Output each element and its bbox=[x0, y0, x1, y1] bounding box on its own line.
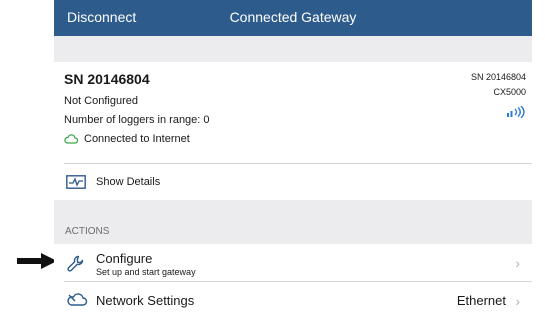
chart-icon bbox=[66, 175, 86, 189]
wireless-signal-icon bbox=[507, 106, 525, 118]
pointer-arrow-icon bbox=[17, 253, 57, 269]
gateway-info-card: SN 20146804 Not Configured Number of log… bbox=[54, 62, 532, 163]
cloud-icon bbox=[64, 134, 78, 144]
configure-subtitle: Set up and start gateway bbox=[96, 267, 196, 277]
page-title: Connected Gateway bbox=[229, 9, 357, 25]
gateway-model: CX5000 bbox=[493, 87, 526, 97]
gateway-id-block: SN 20146804 CX5000 bbox=[471, 70, 526, 100]
actions-section: ACTIONS bbox=[54, 200, 532, 244]
wrench-icon bbox=[67, 255, 84, 272]
internet-status: Connected to Internet bbox=[64, 133, 190, 145]
network-settings-row[interactable]: Network Settings Ethernet › bbox=[54, 282, 532, 320]
navigation-bar: Disconnect Connected Gateway bbox=[54, 0, 532, 36]
configuration-status: Not Configured bbox=[64, 95, 138, 107]
show-details-row[interactable]: Show Details bbox=[54, 164, 532, 200]
gateway-serial-title: SN 20146804 bbox=[64, 71, 150, 87]
chevron-right-icon: › bbox=[515, 293, 520, 309]
network-settings-title: Network Settings bbox=[96, 293, 195, 308]
gateway-serial: SN 20146804 bbox=[470, 72, 526, 82]
section-spacer bbox=[54, 36, 532, 62]
chevron-right-icon: › bbox=[515, 255, 520, 271]
show-details-label: Show Details bbox=[96, 176, 161, 188]
app-screen: Disconnect Connected Gateway SN 20146804… bbox=[54, 0, 532, 332]
actions-header: ACTIONS bbox=[65, 226, 110, 237]
loggers-in-range: Number of loggers in range: 0 bbox=[64, 114, 210, 126]
internet-status-label: Connected to Internet bbox=[84, 133, 190, 145]
configure-title: Configure bbox=[96, 251, 153, 266]
cloud-icon bbox=[67, 293, 88, 306]
configure-row[interactable]: Configure Set up and start gateway › bbox=[54, 245, 532, 281]
network-settings-value: Ethernet bbox=[456, 293, 506, 308]
